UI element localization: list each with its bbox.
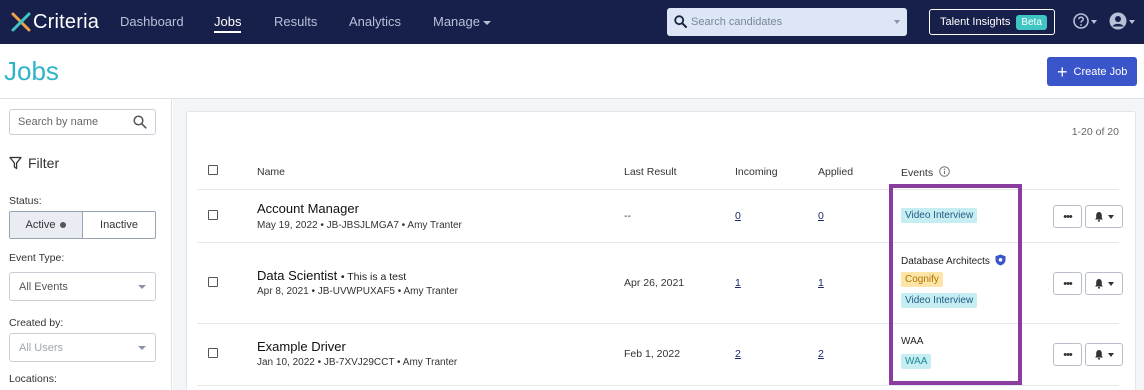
status-label: Status: bbox=[9, 195, 42, 207]
bell-icon bbox=[1095, 350, 1103, 360]
active-dot-icon bbox=[60, 222, 67, 228]
incoming-link[interactable]: 2 bbox=[735, 348, 741, 360]
incoming-link[interactable]: 1 bbox=[735, 277, 741, 289]
row-divider bbox=[197, 385, 1119, 386]
row-checkbox[interactable] bbox=[208, 277, 218, 287]
created-by-label: Created by: bbox=[9, 317, 64, 329]
job-meta: May 19, 2022 • JB-JBSJLMGA7 • Amy Trante… bbox=[257, 220, 462, 231]
bell-icon bbox=[1095, 212, 1103, 222]
user-avatar-icon[interactable] bbox=[1109, 12, 1127, 30]
locations-label: Locations: bbox=[9, 373, 57, 385]
talent-insights-label: Talent Insights bbox=[940, 16, 1011, 28]
search-icon bbox=[133, 115, 147, 129]
bell-icon bbox=[1095, 279, 1103, 289]
created-by-select[interactable]: All Users bbox=[9, 333, 156, 362]
event-type-select[interactable]: All Events bbox=[9, 272, 156, 301]
applied-link[interactable]: 0 bbox=[818, 210, 824, 222]
incoming-link[interactable]: 0 bbox=[735, 210, 741, 222]
result-count: 1-20 of 20 bbox=[1071, 126, 1119, 138]
notifications-dropdown-button[interactable] bbox=[1085, 272, 1123, 295]
ellipsis-icon: ••• bbox=[1063, 210, 1073, 223]
column-header-incoming[interactable]: Incoming bbox=[735, 166, 778, 178]
plus-icon: + bbox=[1057, 61, 1068, 82]
filter-icon bbox=[9, 156, 22, 170]
column-header-events: Events bbox=[901, 166, 950, 179]
name-search-input[interactable] bbox=[18, 110, 128, 134]
column-header-events-label: Events bbox=[901, 167, 934, 179]
last-result: Feb 1, 2022 bbox=[624, 348, 681, 360]
applied-link[interactable]: 2 bbox=[818, 348, 824, 360]
select-all-checkbox[interactable] bbox=[208, 165, 218, 175]
chevron-down-icon bbox=[1108, 214, 1114, 219]
filter-sidebar: Filter Status: Active Inactive Event Typ… bbox=[0, 99, 172, 390]
chevron-down-icon bbox=[1108, 352, 1114, 357]
status-active-button[interactable]: Active bbox=[10, 212, 83, 238]
last-result: -- bbox=[624, 210, 631, 222]
filter-label: Filter bbox=[28, 155, 60, 171]
name-search[interactable] bbox=[9, 109, 156, 135]
status-toggle: Active Inactive bbox=[9, 211, 156, 239]
talent-insights-button[interactable]: Talent Insights Beta bbox=[929, 9, 1055, 35]
criteria-logo[interactable]: Criteria bbox=[10, 9, 99, 35]
last-result: Apr 26, 2021 bbox=[624, 277, 685, 289]
job-name-wrapper: Data Scientist • This is a test bbox=[257, 268, 406, 283]
job-name[interactable]: Data Scientist bbox=[257, 268, 337, 283]
nav-jobs[interactable]: Jobs bbox=[214, 14, 242, 33]
column-header-name[interactable]: Name bbox=[257, 166, 285, 178]
column-header-applied[interactable]: Applied bbox=[818, 166, 853, 178]
chevron-down-icon bbox=[138, 346, 146, 350]
beta-badge: Beta bbox=[1016, 14, 1047, 30]
job-meta: Apr 8, 2021 • JB-UVWPUXAF5 • Amy Tranter bbox=[257, 286, 458, 297]
ellipsis-icon: ••• bbox=[1063, 277, 1073, 290]
status-active-label: Active bbox=[25, 219, 56, 231]
search-icon bbox=[674, 15, 687, 28]
nav-dashboard[interactable]: Dashboard bbox=[120, 14, 184, 29]
ellipsis-icon: ••• bbox=[1063, 348, 1073, 361]
chevron-down-icon bbox=[482, 20, 491, 25]
status-inactive-button[interactable]: Inactive bbox=[83, 212, 155, 238]
row-checkbox[interactable] bbox=[208, 348, 218, 358]
nav-manage-label: Manage bbox=[433, 14, 480, 29]
row-checkbox[interactable] bbox=[208, 210, 218, 220]
column-header-last-result[interactable]: Last Result bbox=[624, 166, 677, 178]
event-type-label: Event Type: bbox=[9, 252, 65, 264]
events-highlight-box bbox=[889, 184, 1022, 385]
create-job-label: Create Job bbox=[1073, 65, 1128, 78]
more-options-button[interactable]: ••• bbox=[1053, 272, 1082, 295]
brand-name: Criteria bbox=[33, 10, 100, 33]
chevron-down-icon bbox=[1108, 281, 1114, 286]
criteria-logo-icon bbox=[11, 12, 31, 32]
chevron-down-icon bbox=[138, 285, 146, 289]
nav-manage[interactable]: Manage bbox=[433, 14, 491, 29]
status-inactive-label: Inactive bbox=[100, 219, 138, 231]
filter-heading: Filter bbox=[9, 155, 59, 171]
applied-link[interactable]: 1 bbox=[818, 277, 824, 289]
more-options-button[interactable]: ••• bbox=[1053, 343, 1082, 366]
create-job-button[interactable]: + Create Job bbox=[1047, 57, 1137, 86]
help-icon[interactable] bbox=[1073, 13, 1091, 31]
more-options-button[interactable]: ••• bbox=[1053, 205, 1082, 228]
candidate-search-input[interactable] bbox=[691, 8, 891, 36]
job-name[interactable]: Example Driver bbox=[257, 339, 346, 354]
nav-analytics[interactable]: Analytics bbox=[349, 14, 401, 29]
job-note: • This is a test bbox=[340, 271, 407, 283]
help-caret-icon bbox=[1091, 20, 1097, 24]
job-name[interactable]: Account Manager bbox=[257, 201, 359, 216]
notifications-dropdown-button[interactable] bbox=[1085, 205, 1123, 228]
job-meta: Jan 10, 2022 • JB-7XVJ29CCT • Amy Trante… bbox=[257, 357, 458, 368]
candidate-search[interactable] bbox=[667, 8, 907, 36]
notifications-dropdown-button[interactable] bbox=[1085, 343, 1123, 366]
nav-results[interactable]: Results bbox=[274, 14, 317, 29]
info-icon[interactable] bbox=[939, 166, 950, 177]
created-by-value: All Users bbox=[19, 341, 64, 354]
search-dropdown-icon[interactable] bbox=[894, 20, 900, 24]
page-title: Jobs bbox=[4, 56, 59, 86]
user-caret-icon bbox=[1129, 20, 1135, 24]
event-type-value: All Events bbox=[19, 280, 68, 293]
top-navbar: Criteria Dashboard Jobs Results Analytic… bbox=[0, 0, 1144, 44]
